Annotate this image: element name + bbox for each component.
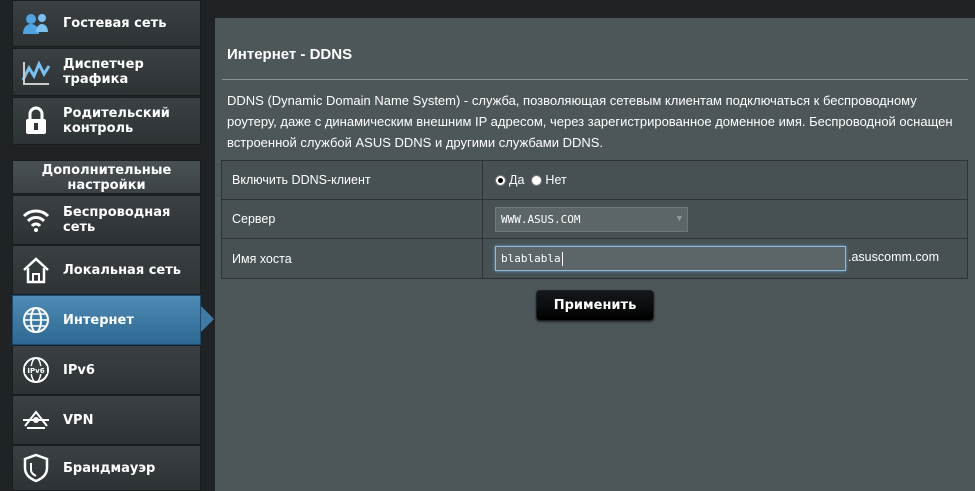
form-row-hostname: Имя хоста blablabla .asuscomm.com — [222, 239, 967, 278]
chevron-down-icon: ▼ — [676, 213, 682, 224]
traffic-manager-icon — [19, 55, 53, 89]
sidebar-item-wireless[interactable]: Беспроводная сеть — [12, 195, 201, 245]
lan-icon — [19, 253, 53, 287]
server-select[interactable]: WWW.ASUS.COM ▼ — [495, 206, 688, 232]
sidebar-item-label: Брандмауэр — [63, 460, 156, 476]
firewall-icon — [19, 451, 53, 485]
server-select-value: WWW.ASUS.COM — [501, 212, 581, 226]
wireless-icon — [19, 203, 53, 237]
internet-globe-icon — [19, 303, 53, 337]
page-description: DDNS (Dynamic Domain Name System) - служ… — [227, 93, 953, 150]
sidebar-item-firewall[interactable]: Брандмауэр — [12, 445, 201, 491]
sidebar-item-vpn[interactable]: VPN — [12, 395, 201, 445]
sidebar-item-label: IPv6 — [63, 362, 95, 378]
sidebar-item-internet[interactable]: Интернет — [12, 295, 214, 345]
server-label: Сервер — [222, 200, 483, 238]
sidebar-item-ipv6[interactable]: IPv6 IPv6 — [12, 345, 201, 395]
hostname-input[interactable]: blablabla — [495, 246, 846, 271]
hostname-label: Имя хоста — [222, 239, 483, 278]
parental-control-icon — [19, 104, 53, 138]
sidebar-item-traffic-manager[interactable]: Диспетчер трафика — [12, 48, 201, 96]
title-divider — [222, 79, 968, 80]
ddns-form: Включить DDNS-клиент Да Нет Сервер WWW.A… — [221, 160, 968, 279]
enable-yes-radio[interactable] — [495, 174, 506, 186]
guest-network-icon — [19, 7, 53, 41]
sidebar-item-lan[interactable]: Локальная сеть — [12, 245, 201, 295]
hostname-suffix: .asuscomm.com — [848, 249, 939, 264]
sidebar-item-label: Гостевая сеть — [63, 16, 167, 31]
enable-no-radio[interactable] — [531, 174, 543, 186]
sidebar-section-title: Дополнительные настройки — [12, 160, 201, 194]
vpn-icon — [19, 403, 53, 437]
sidebar-item-label: Диспетчер трафика — [63, 57, 144, 87]
sidebar-item-label: Интернет — [63, 312, 134, 328]
sidebar-item-parental-control[interactable]: Родительский контроль — [12, 97, 201, 145]
main-panel: Интернет - DDNS DDNS (Dynamic Domain Nam… — [215, 18, 975, 491]
svg-text:IPv6: IPv6 — [27, 367, 44, 375]
enable-yes-label[interactable]: Да — [509, 173, 524, 187]
form-row-enable-ddns: Включить DDNS-клиент Да Нет — [222, 161, 967, 200]
enable-no-label[interactable]: Нет — [545, 173, 566, 187]
sidebar-item-label: VPN — [63, 412, 94, 428]
enable-ddns-label: Включить DDNS-клиент — [222, 161, 483, 199]
ipv6-icon: IPv6 — [19, 353, 53, 387]
sidebar-item-guest-network[interactable]: Гостевая сеть — [12, 0, 201, 47]
sidebar-item-label: Беспроводная сеть — [63, 205, 171, 235]
sidebar-item-label: Локальная сеть — [63, 262, 181, 278]
text-caret — [561, 251, 563, 266]
sidebar: Гостевая сеть Диспетчер трафика Родитель… — [0, 0, 215, 491]
apply-button[interactable]: Применить — [536, 290, 654, 321]
form-row-server: Сервер WWW.ASUS.COM ▼ — [222, 200, 967, 239]
page-title: Интернет - DDNS — [227, 46, 353, 63]
hostname-input-value: blablabla — [501, 252, 561, 265]
sidebar-item-label: Родительский контроль — [63, 106, 170, 136]
